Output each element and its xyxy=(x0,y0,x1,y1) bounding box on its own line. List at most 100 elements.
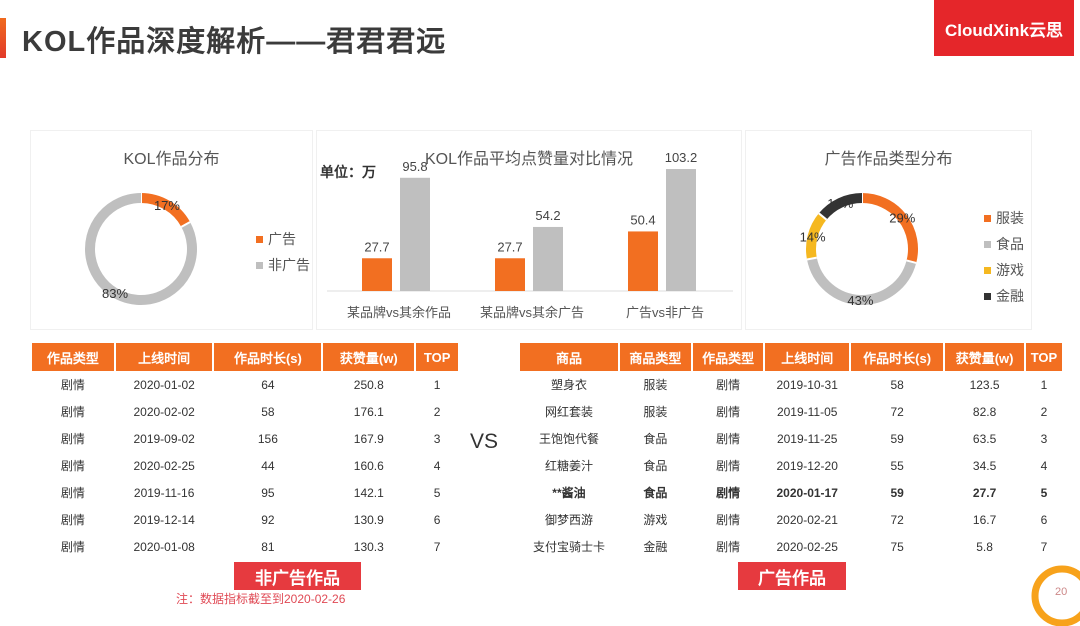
table-cell: 服装 xyxy=(643,378,668,392)
table-row: 塑身衣 服装 剧情 2019-10-31 58 123.5 1 xyxy=(520,371,1062,398)
table-row: 剧情 2020-01-02 64 250.8 1 xyxy=(32,371,458,398)
legend-item: 食品 xyxy=(984,234,1024,254)
legend-swatch xyxy=(984,292,991,300)
table-cell: 剧情 xyxy=(716,405,741,419)
table-cell: 2020-02-21 xyxy=(776,512,838,527)
table-row: 剧情 2019-09-02 156 167.9 3 xyxy=(32,425,458,452)
table-cell: 4 xyxy=(1040,458,1048,473)
bar-value-label: 27.7 xyxy=(364,239,389,254)
table-cell: 红糖姜汁 xyxy=(544,459,593,473)
slice-label: 14% xyxy=(800,229,826,244)
column-header: 商品类型 xyxy=(619,343,691,371)
table-cell: 食品 xyxy=(643,432,668,446)
table-cell: 156 xyxy=(257,431,278,446)
chart-title: KOL作品分布 xyxy=(123,151,220,168)
table-cell: 剧情 xyxy=(716,513,741,527)
header-row: 商品 商品类型 作品类型 上线时间 作品时长(s) 获赞量(w) TOP xyxy=(520,343,1062,371)
table-cell: 81 xyxy=(261,539,275,554)
column-header: 商品 xyxy=(520,343,618,371)
bar-A-0 xyxy=(362,258,392,291)
table-cell: 剧情 xyxy=(716,432,741,446)
table-cell: 58 xyxy=(890,377,904,392)
legend-swatch xyxy=(256,235,263,243)
table-cell: 130.9 xyxy=(353,512,384,527)
slice-label: 83% xyxy=(102,286,128,301)
table-cell: 16.7 xyxy=(972,512,997,527)
table-cell: 27.7 xyxy=(972,485,997,500)
table-cell: 2019-11-25 xyxy=(776,431,838,446)
table-row: 红糖姜汁 食品 剧情 2019-12-20 55 34.5 4 xyxy=(520,452,1062,479)
legend: 服装 食品 游戏 金融 xyxy=(984,208,1024,312)
table-row: 王饱饱代餐 食品 剧情 2019-11-25 59 63.5 3 xyxy=(520,425,1062,452)
legend-swatch xyxy=(256,261,263,269)
table-cell: **酱油 xyxy=(552,486,586,500)
table-cell: 1 xyxy=(1040,377,1048,392)
column-header: 获赞量(w) xyxy=(323,343,415,371)
table-cell: 59 xyxy=(890,431,904,446)
table-cell: 3 xyxy=(433,431,441,446)
avg-likes-panel: KOL作品平均点赞量对比情况 单位：万 27.7 95.8 某品牌vs其余作品 27.… xyxy=(316,130,742,330)
ad-type-panel: 广告作品类型分布 29% 43% 14% 14% 服装 食品 游戏 金融 xyxy=(745,130,1032,330)
legend-label: 金融 xyxy=(996,288,1024,304)
table-cell: 59 xyxy=(890,485,904,500)
table-cell: 130.3 xyxy=(353,539,384,554)
vs-label: VS xyxy=(470,430,499,453)
column-header: TOP xyxy=(416,343,458,371)
bar-B-1 xyxy=(533,226,563,291)
bar-value-label: 27.7 xyxy=(497,239,522,254)
kol-distribution-panel: KOL作品分布 17% 83% 广告 非广告 xyxy=(30,130,313,330)
bar-A-1 xyxy=(495,258,525,291)
legend: 广告 非广告 xyxy=(256,229,310,281)
donut-slice-服装 xyxy=(861,193,918,263)
table-row: 剧情 2020-02-02 58 176.1 2 xyxy=(32,398,458,425)
table-cell: 5.8 xyxy=(976,539,993,554)
table-cell: 2020-02-02 xyxy=(133,404,195,419)
bar-B-2 xyxy=(666,169,696,291)
non-ad-works-table: 作品类型 上线时间 作品时长(s) 获赞量(w) TOP 剧情 2020-01-02 64 25… xyxy=(30,343,460,560)
table-cell: 剧情 xyxy=(60,432,85,446)
table-cell: 网红套装 xyxy=(544,405,593,419)
column-header: 上线时间 xyxy=(765,343,849,371)
table-cell: 7 xyxy=(433,539,441,554)
table-cell: 食品 xyxy=(643,459,668,473)
legend-item: 游戏 xyxy=(984,260,1024,280)
legend-label: 食品 xyxy=(996,236,1024,252)
non-ad-works-tag: 非广告作品 xyxy=(234,562,361,590)
table-cell: 72 xyxy=(890,512,904,527)
table-cell: 5 xyxy=(1040,485,1048,500)
legend-label: 游戏 xyxy=(996,262,1024,278)
table-row: 御梦西游 游戏 剧情 2020-02-21 72 16.7 6 xyxy=(520,506,1062,533)
table-cell: 2019-12-14 xyxy=(133,512,195,527)
chart-title: KOL作品平均点赞量对比情况 xyxy=(424,151,634,168)
column-header: TOP xyxy=(1025,343,1062,371)
table-cell: 王饱饱代餐 xyxy=(538,432,599,446)
legend-label: 服装 xyxy=(996,210,1024,226)
table-cell: 167.9 xyxy=(353,431,384,446)
table-cell: 2020-01-17 xyxy=(776,485,838,500)
table-cell: 92 xyxy=(261,512,275,527)
table-cell: 123.5 xyxy=(969,377,1000,392)
legend-label: 广告 xyxy=(268,231,296,247)
table-cell: 63.5 xyxy=(972,431,997,446)
category-label: 广告vs非广告 xyxy=(626,305,704,320)
table-cell: 2019-11-16 xyxy=(133,485,195,500)
table-cell: 2019-09-02 xyxy=(133,431,195,446)
table-cell: 2019-12-20 xyxy=(776,458,838,473)
table-cell: 支付宝骑士卡 xyxy=(532,540,605,554)
table-cell: 2 xyxy=(433,404,441,419)
table-cell: 御梦西游 xyxy=(544,513,593,527)
page-number: 20 xyxy=(1055,586,1068,598)
table-cell: 160.6 xyxy=(353,458,384,473)
column-header: 作品时长(s) xyxy=(214,343,322,371)
column-header: 获赞量(w) xyxy=(945,343,1024,371)
table-cell: 5 xyxy=(433,485,441,500)
page-title: KOL作品深度解析——君君君远 xyxy=(22,26,447,58)
table-row: **酱油 食品 剧情 2020-01-17 59 27.7 5 xyxy=(520,479,1062,506)
legend-item: 服装 xyxy=(984,208,1024,228)
bar-value-label: 50.4 xyxy=(630,212,655,227)
slice-label: 14% xyxy=(827,196,853,211)
unit-label: 单位：万 xyxy=(320,164,376,180)
table-cell: 剧情 xyxy=(60,540,85,554)
bar-A-2 xyxy=(628,231,658,291)
table-cell: 72 xyxy=(890,404,904,419)
